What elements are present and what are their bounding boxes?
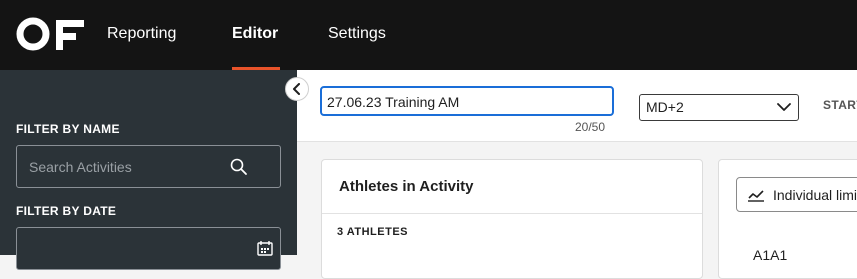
md-select-value: MD+2: [646, 99, 684, 115]
search-input[interactable]: [29, 157, 229, 177]
activity-name-input[interactable]: [327, 92, 597, 112]
filter-by-name-label: FILTER BY NAME: [16, 122, 120, 136]
sidebar: FILTER BY NAME FILTER BY DATE: [0, 70, 297, 270]
char-counter: 20/50: [575, 120, 606, 134]
individual-limits-label: Individual limits: [773, 187, 857, 203]
collapse-sidebar-button[interactable]: [285, 77, 309, 101]
filter-by-date-label: FILTER BY DATE: [16, 204, 117, 218]
chevron-down-icon: [777, 103, 791, 111]
activity-name-field[interactable]: [320, 86, 614, 116]
search-icon[interactable]: [229, 157, 249, 177]
card-divider: [322, 213, 702, 214]
line-chart-icon: [748, 190, 764, 202]
chevron-left-icon: [293, 83, 300, 95]
athlete-count: 3 ATHLETES: [337, 226, 409, 238]
nav-reporting[interactable]: Reporting: [107, 0, 176, 70]
of-logo[interactable]: [16, 16, 86, 52]
list-item[interactable]: A1A1: [753, 247, 787, 263]
individual-limits-button[interactable]: Individual limits: [736, 177, 857, 212]
calendar-icon[interactable]: [257, 240, 273, 256]
top-nav-bar: Reporting Editor Settings: [0, 0, 857, 70]
search-box[interactable]: [16, 145, 281, 188]
athletes-card-title: Athletes in Activity: [339, 178, 474, 195]
date-filter-field[interactable]: [16, 227, 281, 270]
start-label: START: [823, 98, 857, 112]
athletes-in-activity-card: Athletes in Activity 3 ATHLETES: [321, 159, 703, 279]
limits-card: Individual limits A1A1: [718, 159, 857, 279]
nav-editor[interactable]: Editor: [232, 0, 278, 70]
md-select[interactable]: MD+2: [639, 94, 799, 121]
nav-settings[interactable]: Settings: [328, 0, 386, 70]
